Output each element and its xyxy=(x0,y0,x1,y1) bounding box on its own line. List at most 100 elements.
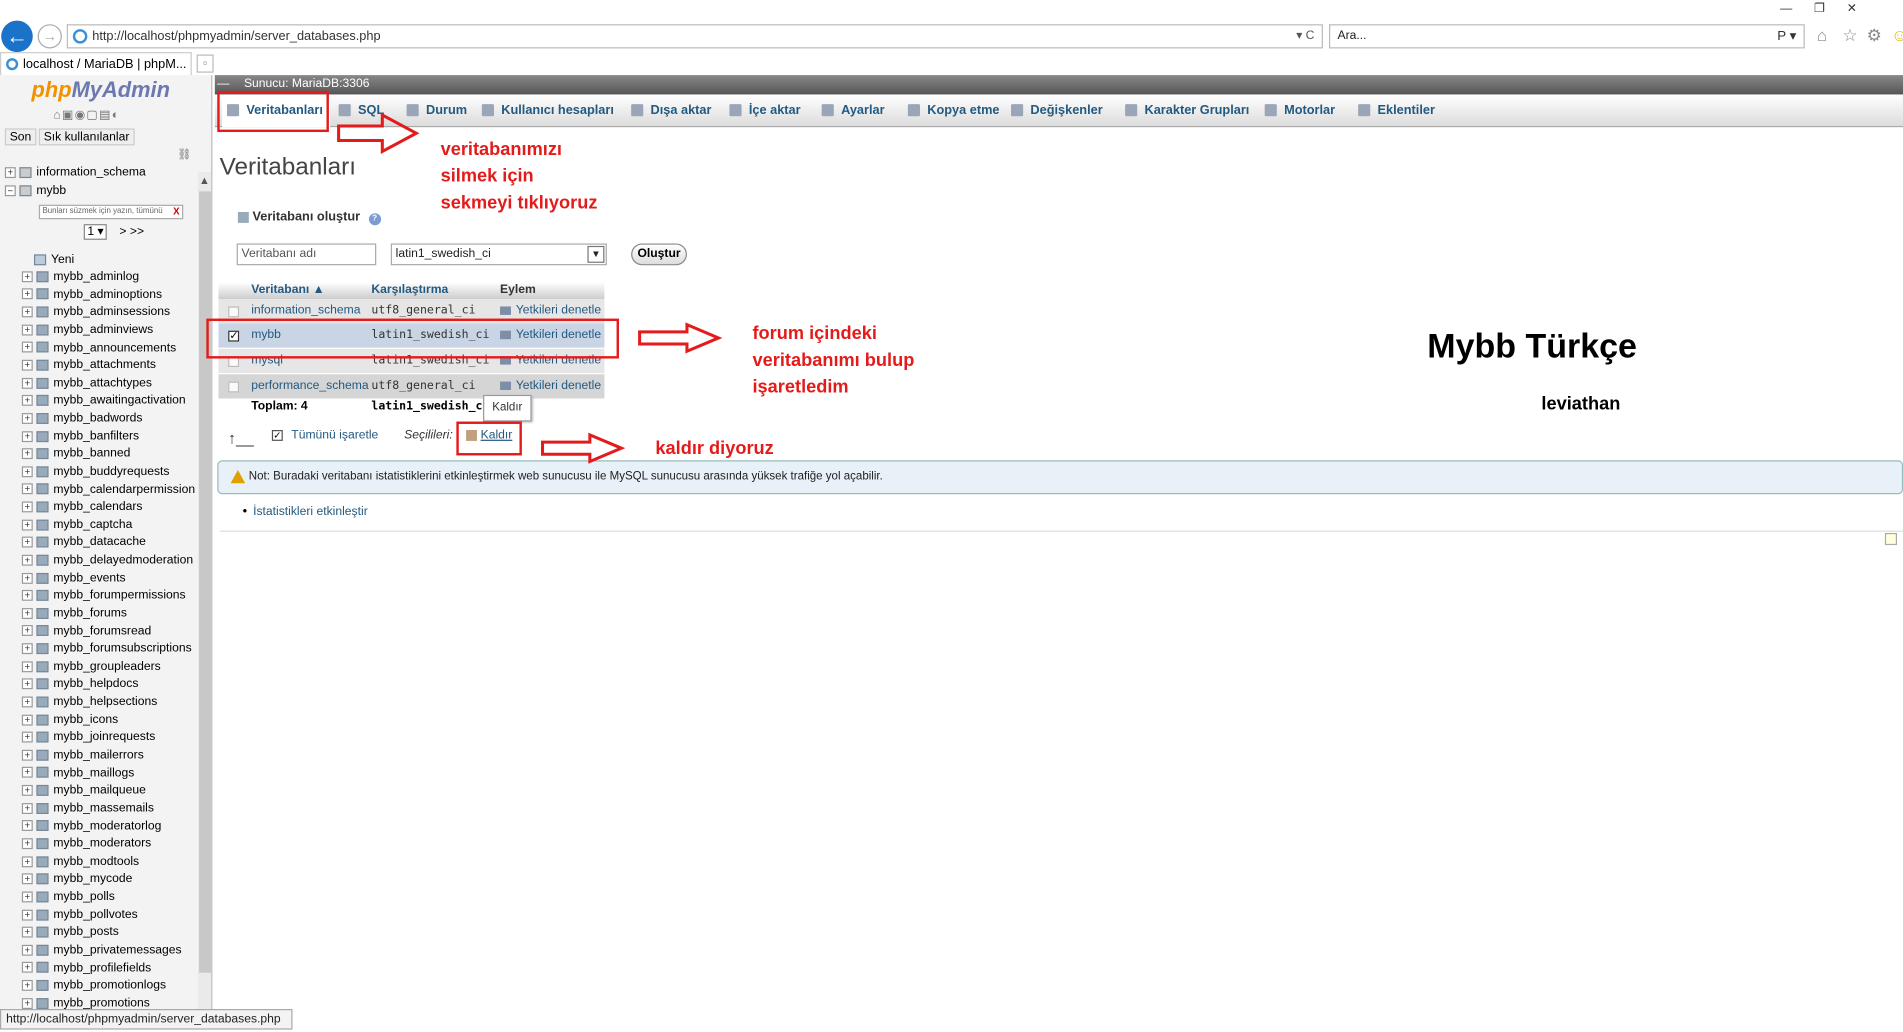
header-collation[interactable]: Karşılaştırma xyxy=(371,282,448,299)
table-row[interactable]: performance_schema utf8_general_ci Yetkile… xyxy=(218,374,605,399)
tree-table-item[interactable]: + mybb_icons xyxy=(21,712,118,730)
collation-select[interactable]: latin1_swedish_ci ▼ xyxy=(390,243,607,266)
server-breadcrumb: — Sunucu: MariaDB:3306 xyxy=(214,75,1903,95)
address-bar[interactable]: http://localhost/phpmyadmin/server_datab… xyxy=(66,24,1323,49)
row-checkbox[interactable] xyxy=(228,381,240,393)
clear-filter-icon[interactable]: X xyxy=(173,206,179,218)
row-checkbox[interactable] xyxy=(228,306,240,318)
tree-table-item[interactable]: + mybb_events xyxy=(21,570,126,588)
tree-table-item[interactable]: + mybb_mycode xyxy=(21,871,132,889)
tree-table-item[interactable]: + mybb_privatemessages xyxy=(21,942,182,960)
gear-icon[interactable]: ⚙ xyxy=(1867,25,1882,46)
tree-table-item[interactable]: + mybb_adminviews xyxy=(21,322,153,340)
tree-table-item[interactable]: + mybb_adminsessions xyxy=(21,304,170,322)
tree-table-item[interactable]: + mybb_polls xyxy=(21,889,115,907)
browser-tab[interactable]: localhost / MariaDB | phpM... xyxy=(0,52,192,76)
tree-table-item[interactable]: + mybb_helpdocs xyxy=(21,676,138,694)
table-icon xyxy=(36,749,49,761)
tree-table-item[interactable]: + mybb_maillogs xyxy=(21,765,134,783)
nav-shortcut-icons[interactable]: ⌂▣◉▢▤◐ xyxy=(53,109,120,122)
table-icon xyxy=(36,501,49,513)
tree-table-item[interactable]: + mybb_forumsubscriptions xyxy=(21,641,192,659)
favorites-button[interactable]: Sık kullanılanlar xyxy=(38,128,135,146)
table-filter-input[interactable]: Bunları süzmek için yazın, tümünü X xyxy=(38,204,184,220)
table-pager[interactable]: 1 ▾ > >> xyxy=(83,224,144,240)
tree-table-item[interactable]: + mybb_captcha xyxy=(21,517,132,535)
tab-10[interactable]: Motorlar xyxy=(1264,94,1335,127)
create-button[interactable]: Oluştur xyxy=(631,243,687,266)
browser-search-input[interactable]: Ara... P ▾ xyxy=(1329,24,1805,49)
tree-table-item[interactable]: + mybb_massemails xyxy=(21,801,154,819)
tab-5[interactable]: İçe aktar xyxy=(729,94,801,127)
tree-table-item[interactable]: + mybb_joinrequests xyxy=(21,730,155,748)
new-tab-icon[interactable]: ▫ xyxy=(196,54,214,73)
tree-item-new-table[interactable]: Yeni xyxy=(33,252,74,270)
tree-table-item[interactable]: + mybb_promotionlogs xyxy=(21,978,166,996)
annotation-box-row xyxy=(206,318,619,359)
window-controls[interactable]: —❐✕ xyxy=(1780,2,1879,15)
tree-table-item[interactable]: + mybb_datacache xyxy=(21,535,146,553)
table-header: Veritabanı ▲ Karşılaştırma Eylem xyxy=(218,282,605,300)
recent-button[interactable]: Son xyxy=(4,128,37,146)
tree-item-mybb[interactable]: − mybb xyxy=(4,183,66,201)
tree-table-item[interactable]: + mybb_forums xyxy=(21,606,127,624)
header-database[interactable]: Veritabanı ▲ xyxy=(251,282,324,299)
tab-6[interactable]: Ayarlar xyxy=(821,94,885,127)
page-select[interactable]: 1 ▾ xyxy=(83,224,108,240)
row-database-name[interactable]: performance_schema xyxy=(251,374,368,398)
phpmyadmin-logo[interactable]: phpMyAdmin xyxy=(32,78,170,103)
tab-11[interactable]: Eklentiler xyxy=(1358,94,1435,127)
create-database-label: Veritabanı oluştur ? xyxy=(237,210,381,226)
tree-table-item[interactable]: + mybb_mailerrors xyxy=(21,747,144,765)
tree-table-item[interactable]: + mybb_moderators xyxy=(21,836,151,854)
tree-table-item[interactable]: + mybb_profilefields xyxy=(21,960,151,978)
tree-table-item[interactable]: + mybb_buddyrequests xyxy=(21,464,169,482)
tree-table-item[interactable]: + mybb_attachments xyxy=(21,358,156,376)
tree-table-item[interactable]: + mybb_badwords xyxy=(21,411,142,429)
check-all-checkbox[interactable]: ✓ xyxy=(271,430,283,441)
tree-table-item[interactable]: + mybb_modtools xyxy=(21,854,139,872)
tree-table-item[interactable]: + mybb_awaitingactivation xyxy=(21,393,186,411)
tree-table-item[interactable]: + mybb_moderatorlog xyxy=(21,818,161,836)
tab-4[interactable]: Dışa aktar xyxy=(631,94,711,127)
enable-statistics-link[interactable]: • İstatistikleri etkinleştir xyxy=(243,505,368,518)
tab-7[interactable]: Kopya etme xyxy=(907,94,1000,127)
with-selected-label: Seçilileri: xyxy=(404,428,453,443)
tree-table-item[interactable]: + mybb_delayedmoderation xyxy=(21,552,193,570)
search-icon[interactable]: P ▾ xyxy=(1777,25,1796,47)
nav-scrollbar[interactable]: ▲ xyxy=(197,172,212,1016)
next-page-link[interactable]: > >> xyxy=(119,225,144,238)
home-icon[interactable]: ⌂ xyxy=(1817,25,1827,44)
tab-3[interactable]: Kullanıcı hesapları xyxy=(481,94,614,127)
tree-table-item[interactable]: + mybb_adminlog xyxy=(21,269,139,287)
tree-table-item[interactable]: + mybb_attachtypes xyxy=(21,375,152,393)
tree-table-item[interactable]: + mybb_mailqueue xyxy=(21,783,146,801)
tab-9[interactable]: Karakter Grupları xyxy=(1125,94,1249,127)
tree-table-item[interactable]: + mybb_banfilters xyxy=(21,428,139,446)
back-button[interactable]: ← xyxy=(1,20,33,53)
tree-item-information-schema[interactable]: + information_schema xyxy=(4,165,146,183)
tree-table-item[interactable]: + mybb_pollvotes xyxy=(21,907,138,925)
browser-search-placeholder: Ara... xyxy=(1337,29,1367,43)
tree-table-item[interactable]: + mybb_calendars xyxy=(21,499,142,517)
check-all-label[interactable]: Tümünü işaretle xyxy=(291,429,378,442)
tree-table-item[interactable]: + mybb_calendarpermission xyxy=(21,482,195,500)
tab-8[interactable]: Değişkenler xyxy=(1011,94,1103,127)
tree-table-item[interactable]: + mybb_forumsread xyxy=(21,623,151,641)
smiley-icon[interactable]: ☺ xyxy=(1891,25,1903,44)
link-icon[interactable]: ⛓ xyxy=(177,148,191,161)
tree-table-item[interactable]: + mybb_banned xyxy=(21,446,130,464)
tab-icon xyxy=(481,104,494,117)
table-total-row: Toplam: 4 latin1_swedish_c xyxy=(218,398,605,416)
refresh-icon[interactable]: ▾ C xyxy=(1296,25,1314,47)
tree-table-item[interactable]: + mybb_forumpermissions xyxy=(21,588,186,606)
console-icon[interactable] xyxy=(1884,532,1898,546)
favorites-icon[interactable]: ☆ xyxy=(1842,25,1857,46)
forward-button[interactable]: → xyxy=(37,24,62,49)
tree-table-item[interactable]: + mybb_posts xyxy=(21,925,119,943)
tree-table-item[interactable]: + mybb_announcements xyxy=(21,340,176,358)
database-name-input[interactable]: Veritabanı adı xyxy=(236,243,377,266)
tree-table-item[interactable]: + mybb_adminoptions xyxy=(21,287,162,305)
tree-table-item[interactable]: + mybb_groupleaders xyxy=(21,659,161,677)
tree-table-item[interactable]: + mybb_helpsections xyxy=(21,694,157,712)
